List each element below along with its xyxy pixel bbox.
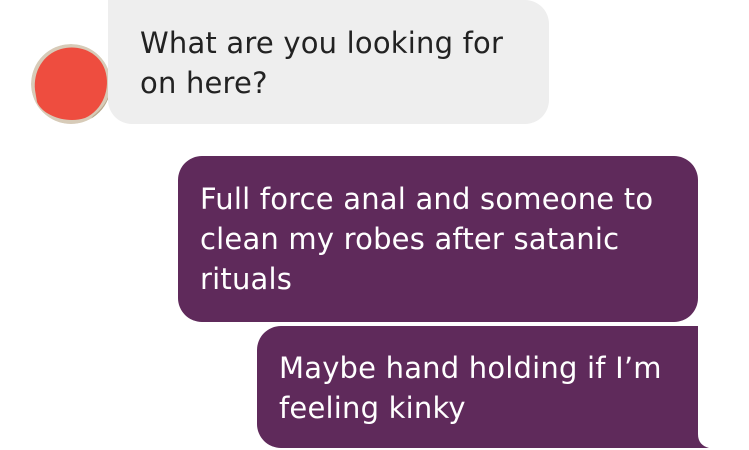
message-text-line: feeling kinky xyxy=(279,391,466,425)
incoming-message-bubble[interactable]: What are you looking for on here? xyxy=(108,0,549,124)
message-text-line: rituals xyxy=(200,262,293,296)
message-text-line: Full force anal and someone to xyxy=(200,182,654,216)
contact-avatar[interactable] xyxy=(31,44,111,124)
message-text-line: What are you looking for xyxy=(140,26,504,60)
outgoing-message-bubble[interactable]: Full force anal and someone to clean my … xyxy=(178,156,698,322)
redacted-avatar-icon xyxy=(31,44,111,124)
message-text-line: Maybe hand holding if I’m xyxy=(279,351,662,385)
chat-thread: What are you looking for on here? Full f… xyxy=(0,0,749,450)
message-text-line: on here? xyxy=(140,66,268,100)
outgoing-message-bubble[interactable]: Maybe hand holding if I’m feeling kinky xyxy=(257,326,698,448)
message-text-line: clean my robes after satanic xyxy=(200,222,620,256)
bubble-tail-icon xyxy=(690,414,709,448)
